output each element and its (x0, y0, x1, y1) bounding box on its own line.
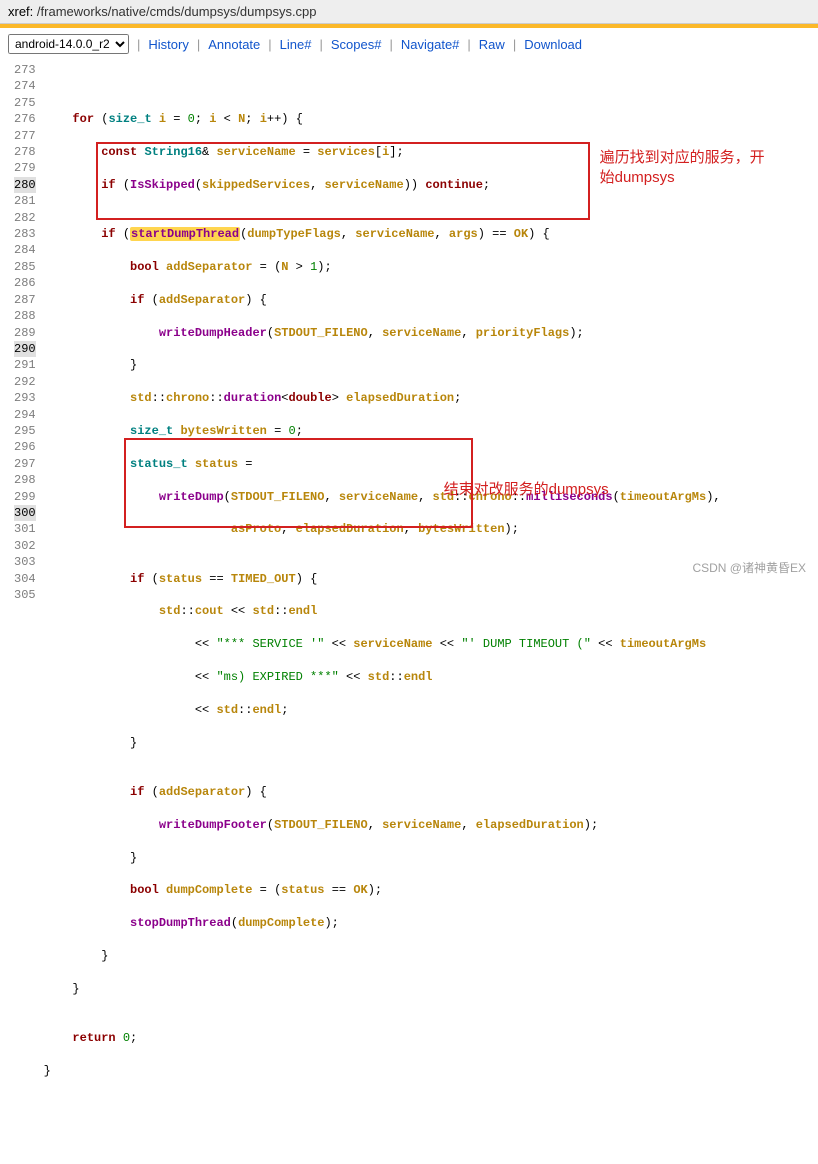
line-number[interactable]: 289 (14, 325, 36, 341)
code-line: status_t status = (44, 456, 721, 472)
line-number[interactable]: 282 (14, 210, 36, 226)
code-line: if (startDumpThread(dumpTypeFlags, servi… (44, 226, 721, 242)
code-line: size_t bytesWritten = 0; (44, 423, 721, 439)
code-line: if (addSeparator) { (44, 784, 721, 800)
code-line: } (44, 981, 721, 997)
code-line: } (44, 850, 721, 866)
xref-label: xref: (8, 4, 33, 19)
code-line: writeDumpHeader(STDOUT_FILENO, serviceNa… (44, 325, 721, 341)
line-number[interactable]: 298 (14, 472, 36, 488)
line-number[interactable]: 299 (14, 489, 36, 505)
line-number[interactable]: 273 (14, 62, 36, 78)
code-line: if (status == TIMED_OUT) { (44, 571, 721, 587)
line-number[interactable]: 281 (14, 193, 36, 209)
line-number[interactable]: 294 (14, 407, 36, 423)
xref-path: /frameworks/native/cmds/dumpsys/dumpsys.… (37, 4, 317, 19)
code-line: for (size_t i = 0; i < N; i++) { (44, 111, 721, 127)
line-number[interactable]: 302 (14, 538, 36, 554)
line-number[interactable]: 283 (14, 226, 36, 242)
code-line: } (44, 735, 721, 751)
xref-bar: xref: /frameworks/native/cmds/dumpsys/du… (0, 0, 818, 24)
line-number[interactable]: 290 (14, 341, 36, 357)
line-number[interactable]: 287 (14, 292, 36, 308)
line-number[interactable]: 295 (14, 423, 36, 439)
code-line: << "ms) EXPIRED ***" << std::endl (44, 669, 721, 685)
line-number[interactable]: 300 (14, 505, 36, 521)
code-line: } (44, 948, 721, 964)
download-link[interactable]: Download (524, 37, 582, 52)
line-number[interactable]: 277 (14, 128, 36, 144)
code-line: writeDumpFooter(STDOUT_FILENO, serviceNa… (44, 817, 721, 833)
line-number[interactable]: 305 (14, 587, 36, 603)
code-line: return 0; (44, 1030, 721, 1046)
separator: | (389, 37, 392, 52)
annotate-link[interactable]: Annotate (208, 37, 260, 52)
code-area: 2732742752762772782792802812822832842852… (0, 60, 818, 1164)
separator: | (268, 37, 271, 52)
code-line: asProto, elapsedDuration, bytesWritten); (44, 521, 721, 537)
separator: | (319, 37, 322, 52)
line-number[interactable]: 284 (14, 242, 36, 258)
separator: | (137, 37, 140, 52)
line-number[interactable]: 280 (14, 177, 36, 193)
line-number[interactable]: 296 (14, 439, 36, 455)
code-line: } (44, 357, 721, 373)
line-number[interactable]: 278 (14, 144, 36, 160)
code-line: if (addSeparator) { (44, 292, 721, 308)
raw-link[interactable]: Raw (479, 37, 505, 52)
line-number[interactable]: 285 (14, 259, 36, 275)
code-line: const String16& serviceName = services[i… (44, 144, 721, 160)
history-link[interactable]: History (148, 37, 188, 52)
code-line: stopDumpThread(dumpComplete); (44, 915, 721, 931)
code-line: std::cout << std::endl (44, 603, 721, 619)
code-line: } (44, 1063, 721, 1079)
code-line: if (IsSkipped(skippedServices, serviceNa… (44, 177, 721, 193)
separator: | (513, 37, 516, 52)
annotation-box-2 (124, 438, 473, 528)
code-line: std::chrono::duration<double> elapsedDur… (44, 390, 721, 406)
code-content: for (size_t i = 0; i < N; i++) { const S… (44, 62, 721, 1164)
scopes-link[interactable]: Scopes# (331, 37, 382, 52)
line-number[interactable]: 297 (14, 456, 36, 472)
code-line: bool addSeparator = (N > 1); (44, 259, 721, 275)
line-number[interactable]: 303 (14, 554, 36, 570)
branch-select[interactable]: android-14.0.0_r2 (8, 34, 129, 54)
separator: | (467, 37, 470, 52)
line-number[interactable]: 304 (14, 571, 36, 587)
navigate-link[interactable]: Navigate# (401, 37, 460, 52)
line-number[interactable]: 291 (14, 357, 36, 373)
code-line: << "*** SERVICE '" << serviceName << "' … (44, 636, 721, 652)
line-number[interactable]: 276 (14, 111, 36, 127)
line-number[interactable]: 286 (14, 275, 36, 291)
code-line: bool dumpComplete = (status == OK); (44, 882, 721, 898)
line-number[interactable]: 274 (14, 78, 36, 94)
code-line: << std::endl; (44, 702, 721, 718)
line-number[interactable]: 275 (14, 95, 36, 111)
line-number[interactable]: 301 (14, 521, 36, 537)
line-number[interactable]: 288 (14, 308, 36, 324)
toolbar: android-14.0.0_r2 | History | Annotate |… (0, 28, 818, 60)
separator: | (197, 37, 200, 52)
line-link[interactable]: Line# (280, 37, 312, 52)
line-number[interactable]: 279 (14, 160, 36, 176)
line-number[interactable]: 293 (14, 390, 36, 406)
line-number[interactable]: 292 (14, 374, 36, 390)
code-line: writeDump(STDOUT_FILENO, serviceName, st… (44, 489, 721, 505)
line-number-gutter: 2732742752762772782792802812822832842852… (0, 62, 44, 1164)
